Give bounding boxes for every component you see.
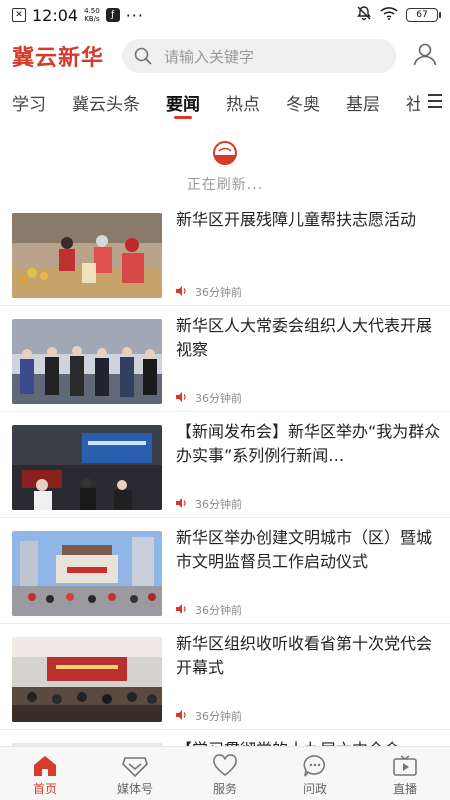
speaker-icon[interactable] [176,285,187,299]
news-item[interactable]: 新华区开展残障儿童帮扶志愿活动 36分钟前 [0,200,450,306]
news-title: 新华区组织收听收看省第十次党代会开幕式 [176,634,433,677]
status-bar: ✕ 12:04 4.50 KB/s ƒ ··· 67 [0,0,450,30]
news-thumbnail [12,425,162,510]
network-speed: 4.50 KB/s [84,7,100,23]
more-notifications-icon: ··· [125,5,144,25]
chat-bubble-icon [303,755,326,777]
news-meta: 36分钟前 [176,602,242,618]
tab-study[interactable]: 学习 [12,80,46,122]
news-time: 36分钟前 [195,286,242,299]
nav-services[interactable]: 服务 [180,747,270,800]
search-placeholder: 请输入关键字 [164,47,255,66]
nav-services-label: 服务 [212,782,237,796]
tab-grassroots[interactable]: 基层 [346,80,380,122]
news-time: 36分钟前 [195,392,242,405]
news-meta: 36分钟前 [176,708,242,724]
news-feed: 新华区开展残障儿童帮扶志愿活动 36分钟前 新华区人大常委会组织人大代表开展视察… [0,200,450,748]
news-title: 新华区举办创建文明城市（区）暨城市文明监督员工作启动仪式 [176,528,433,571]
tab-winter-olympics[interactable]: 冬奥 [286,80,320,122]
home-icon [34,756,56,776]
speaker-icon[interactable] [176,709,187,723]
notification-x-icon: ✕ [12,8,26,22]
speaker-icon[interactable] [176,391,187,405]
news-meta: 36分钟前 [176,496,242,512]
news-time: 36分钟前 [195,604,242,617]
nav-media-label: 媒体号 [116,782,153,796]
news-item[interactable]: 新华区人大常委会组织人大代表开展视察 36分钟前 [0,306,450,412]
news-meta: 36分钟前 [176,284,242,300]
nav-home-label: 首页 [32,782,57,796]
heart-icon [213,754,237,777]
news-thumbnail [12,213,162,298]
tab-news[interactable]: 要闻 [166,80,200,122]
pull-refresh: 正在刷新... [0,140,450,193]
news-time: 36分钟前 [195,710,242,723]
media-icon [122,757,148,778]
status-left: ✕ 12:04 4.50 KB/s ƒ ··· [12,6,144,25]
search-bar[interactable]: 请输入关键字 [122,39,397,73]
status-right: 67 [356,5,441,25]
channel-menu-button[interactable] [420,80,450,122]
nav-inquiry[interactable]: 问政 [270,747,360,800]
news-thumbnail [12,531,162,616]
wifi-icon [380,6,398,24]
tab-headlines[interactable]: 冀云头条 [72,80,140,122]
refresh-text: 正在刷新... [186,177,264,193]
nav-home[interactable]: 首页 [0,747,90,800]
battery-icon: 67 [406,8,441,22]
menu-icon [428,94,442,108]
network-speed-value: 4.50 [84,7,100,15]
nav-inquiry-label: 问政 [302,782,327,796]
app-header: 冀云新华 请输入关键字 [0,36,450,76]
nav-live-label: 直播 [392,782,417,796]
status-time: 12:04 [32,5,79,25]
app-notification-icon: ƒ [105,8,120,22]
user-profile-icon[interactable] [412,41,438,71]
nav-media[interactable]: 媒体号 [90,747,180,800]
news-title: 【新闻发布会】新华区举办“我为群众办实事”系列例行新闻… [176,422,441,465]
nav-live[interactable]: 直播 [360,747,450,800]
news-item[interactable]: 新华区举办创建文明城市（区）暨城市文明监督员工作启动仪式 36分钟前 [0,518,450,624]
mute-icon [356,5,372,25]
news-thumbnail [12,319,162,404]
channel-tabs: 学习 冀云头条 要闻 热点 冬奥 基层 社 [0,80,450,122]
speaker-icon[interactable] [176,497,187,511]
tab-hot[interactable]: 热点 [226,80,260,122]
news-item[interactable]: 【新闻发布会】新华区举办“我为群众办实事”系列例行新闻… 36分钟前 [0,412,450,518]
news-title: 新华区开展残障儿童帮扶志愿活动 [176,210,417,229]
live-tv-icon [393,755,417,776]
news-item[interactable]: 新华区组织收听收看省第十次党代会开幕式 36分钟前 [0,624,450,730]
news-time: 36分钟前 [195,498,242,511]
news-thumbnail [12,637,162,722]
search-icon [134,47,152,65]
refresh-spinner-icon [212,140,238,170]
news-meta: 36分钟前 [176,390,242,406]
app-logo: 冀云新华 [12,45,105,71]
network-speed-unit: KB/s [84,15,100,23]
speaker-icon[interactable] [176,603,187,617]
news-title: 新华区人大常委会组织人大代表开展视察 [176,316,433,359]
bottom-nav: 首页 媒体号 服务 问政 直播 [0,746,450,800]
